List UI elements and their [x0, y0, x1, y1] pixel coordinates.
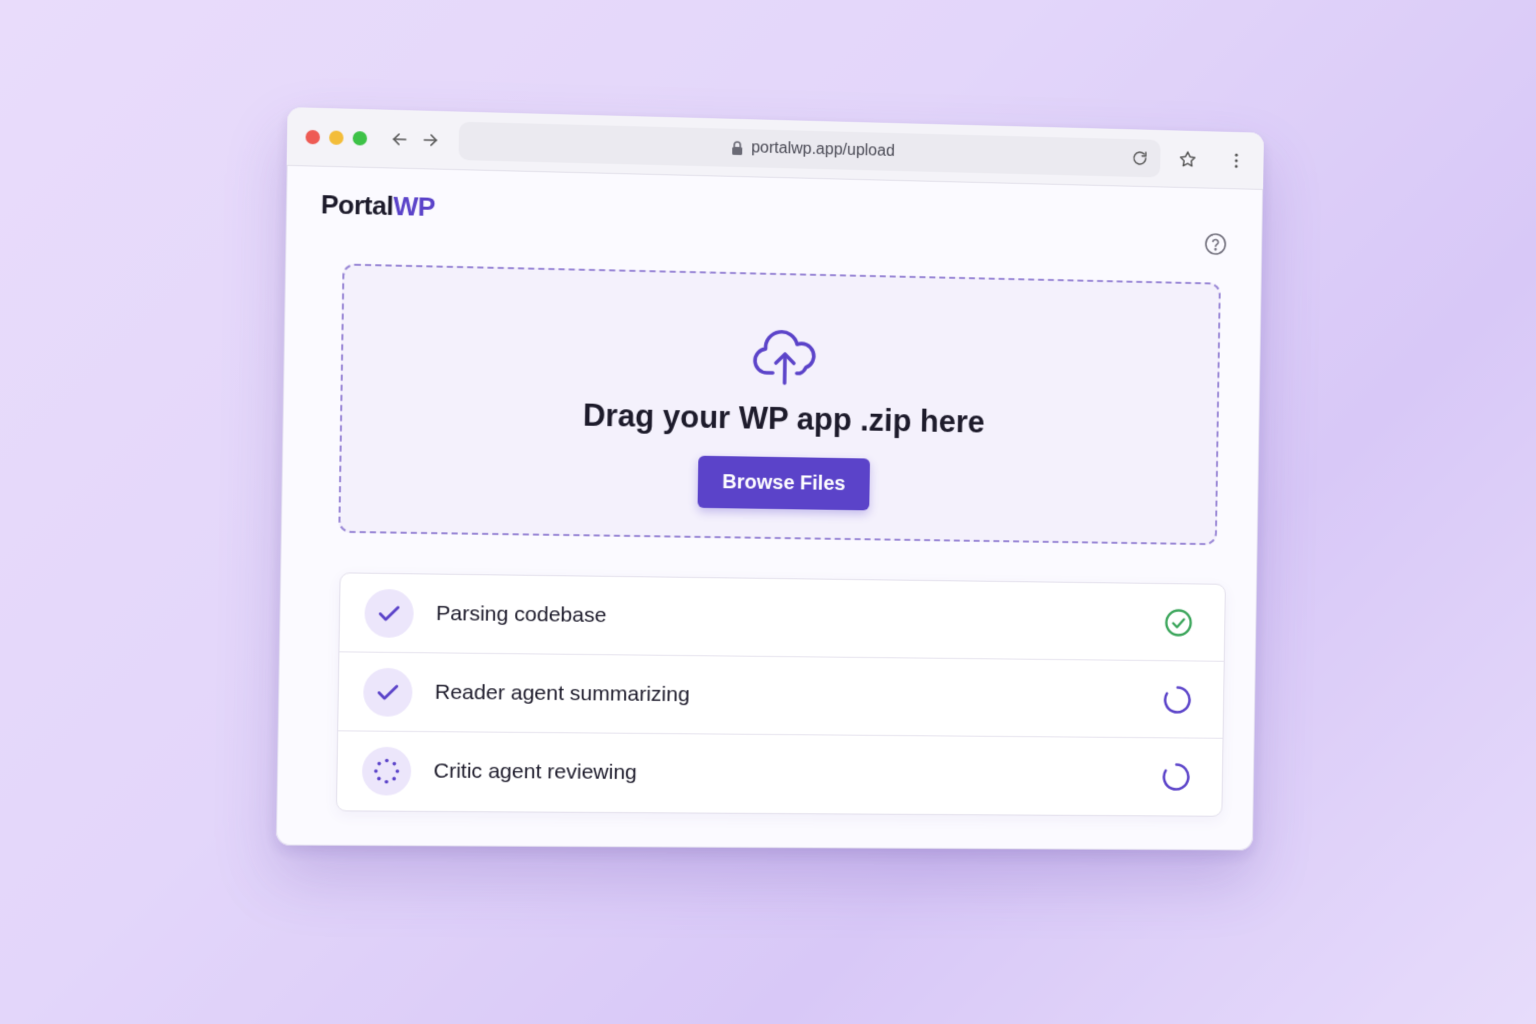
step-label: Critic agent reviewing [433, 759, 1161, 788]
file-dropzone[interactable]: Drag your WP app .zip here Browse Files [338, 263, 1221, 545]
maximize-window-button[interactable] [353, 131, 368, 146]
app-logo[interactable]: PortalWP [321, 189, 436, 223]
checkmark-icon [376, 600, 403, 627]
logo-main-text: Portal [321, 189, 394, 221]
reload-icon[interactable] [1131, 149, 1149, 167]
cloud-upload-icon [751, 324, 822, 387]
step-parsing-codebase: Parsing codebase [339, 573, 1224, 661]
address-bar[interactable]: portalwp.app/upload [459, 121, 1161, 177]
forward-arrow-icon[interactable] [420, 129, 441, 150]
step-label: Parsing codebase [436, 601, 1164, 634]
lock-icon [731, 140, 743, 154]
step-loading-badge [362, 747, 412, 796]
browser-window: portalwp.app/upload PortalWP Drag your W… [276, 107, 1264, 850]
check-circle-icon [1164, 607, 1194, 637]
spinner-icon [1161, 762, 1191, 792]
spinner-icon [1162, 684, 1192, 714]
dotted-spinner-icon [373, 758, 400, 784]
page-content: PortalWP Drag your WP app .zip here Brow… [276, 166, 1263, 851]
back-arrow-icon[interactable] [389, 128, 410, 149]
logo-accent-text: WP [393, 191, 435, 222]
step-check-badge [363, 667, 413, 716]
close-window-button[interactable] [305, 129, 320, 144]
step-label: Reader agent summarizing [435, 680, 1163, 711]
url-text: portalwp.app/upload [751, 139, 895, 161]
browser-actions [1178, 149, 1246, 170]
checkmark-icon [374, 679, 401, 706]
window-controls [305, 129, 367, 145]
step-reader-agent: Reader agent summarizing [338, 652, 1224, 738]
dropzone-title: Drag your WP app .zip here [342, 393, 1217, 444]
navigation-buttons [389, 128, 440, 150]
step-critic-agent: Critic agent reviewing [337, 731, 1223, 815]
processing-steps-list: Parsing codebase Reader agent summarizin… [336, 572, 1226, 816]
bookmark-star-icon[interactable] [1178, 149, 1198, 169]
more-menu-icon[interactable] [1226, 150, 1246, 170]
browse-files-button[interactable]: Browse Files [698, 456, 870, 511]
step-check-badge [364, 588, 414, 637]
minimize-window-button[interactable] [329, 130, 344, 145]
help-circle-icon[interactable] [1204, 232, 1228, 256]
